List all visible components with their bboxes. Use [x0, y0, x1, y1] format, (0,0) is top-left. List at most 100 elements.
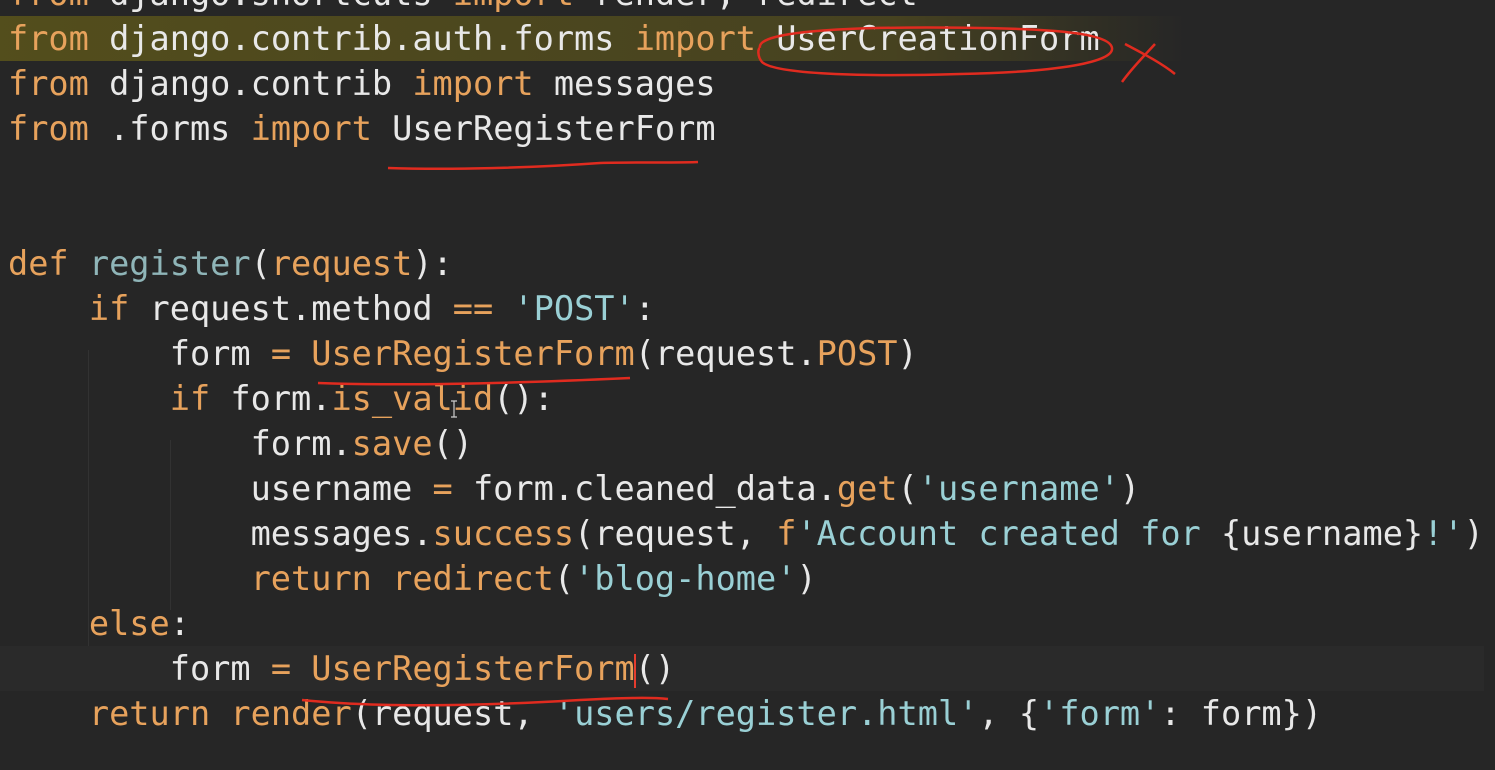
- code-token: render, redirect: [574, 0, 917, 13]
- code-token: : form}): [1160, 694, 1323, 733]
- code-token: import: [250, 109, 372, 148]
- code-line[interactable]: def register(request):: [0, 241, 1484, 286]
- code-token: from: [8, 19, 89, 58]
- code-token: 'form': [1039, 694, 1161, 733]
- code-token: =: [270, 334, 292, 373]
- code-token: UserRegisterForm: [311, 649, 635, 688]
- code-token: :: [169, 604, 190, 643]
- code-token: messages: [533, 64, 716, 103]
- code-token: from: [8, 64, 89, 103]
- code-token: ==: [452, 289, 494, 328]
- code-token: ): [897, 334, 918, 373]
- code-token: django.contrib: [88, 64, 413, 103]
- code-token: register: [88, 244, 251, 283]
- code-token: if: [169, 379, 211, 418]
- code-token: UserCreationForm: [756, 19, 1100, 58]
- code-token: f: [776, 514, 797, 553]
- code-token: from: [8, 0, 89, 13]
- code-line[interactable]: from .forms import UserRegisterForm: [0, 106, 1484, 151]
- code-token: request: [270, 244, 413, 283]
- code-line[interactable]: return redirect('blog-home'): [0, 556, 1484, 601]
- code-line[interactable]: [0, 151, 1484, 196]
- code-token: ():: [493, 379, 554, 418]
- code-token: 'username': [917, 469, 1120, 508]
- code-token: django.shortcuts: [89, 0, 453, 13]
- code-token: form: [8, 334, 271, 373]
- code-token: if: [88, 289, 130, 328]
- code-token: django.contrib.auth.forms: [88, 19, 635, 58]
- code-token: {username}: [1220, 514, 1424, 553]
- code-token: (: [250, 244, 271, 283]
- code-token: request.method: [129, 289, 453, 328]
- code-token: !': [1423, 514, 1464, 553]
- code-line[interactable]: form.save(): [0, 421, 1484, 466]
- code-token: POST: [816, 334, 898, 373]
- text-cursor-icon: [451, 400, 457, 418]
- code-token: success: [432, 514, 575, 553]
- code-token: is_valid: [331, 379, 494, 418]
- code-token: render: [230, 694, 352, 733]
- code-token: form.cleaned_data.: [452, 469, 837, 508]
- code-token: (: [897, 469, 918, 508]
- code-token: return: [88, 694, 211, 733]
- code-token: (request.: [634, 334, 817, 373]
- code-token: (request,: [351, 694, 554, 733]
- code-token: (: [553, 559, 575, 598]
- code-line[interactable]: form = UserRegisterForm(request.POST): [0, 331, 1484, 376]
- code-line[interactable]: form = UserRegisterForm(): [0, 646, 1484, 691]
- code-token: def: [8, 244, 69, 283]
- code-token: :: [634, 289, 655, 328]
- code-token: messages.: [8, 514, 433, 553]
- code-line[interactable]: from django.contrib import messages: [0, 61, 1484, 106]
- code-line[interactable]: else:: [0, 601, 1484, 646]
- code-token: (): [634, 649, 676, 688]
- code-token: 'blog-home': [574, 559, 797, 598]
- code-token: import: [634, 19, 756, 58]
- code-token: form.: [210, 379, 332, 418]
- code-line[interactable]: messages.success(request, f'Account crea…: [0, 511, 1484, 556]
- code-token: username: [8, 469, 433, 508]
- code-token: UserRegisterForm: [311, 334, 635, 373]
- code-line[interactable]: return render(request, 'users/register.h…: [0, 691, 1484, 736]
- code-line[interactable]: from django.contrib.auth.forms import Us…: [0, 16, 1484, 61]
- code-editor[interactable]: from django.shortcuts import render, red…: [0, 0, 1495, 770]
- code-token: get: [836, 469, 898, 508]
- code-token: , {: [978, 694, 1040, 733]
- code-token: =: [270, 649, 292, 688]
- code-line[interactable]: if form.is_valid():: [0, 376, 1484, 421]
- code-token: else: [88, 604, 170, 643]
- code-token: =: [432, 469, 453, 508]
- code-token: form.: [8, 424, 352, 463]
- code-token: return: [250, 559, 372, 598]
- code-token: 'Account created for: [796, 514, 1221, 553]
- code-token: ): [1463, 514, 1484, 553]
- code-token: (request,: [574, 514, 777, 553]
- code-token: form: [8, 649, 271, 688]
- code-token: (): [432, 424, 473, 463]
- code-token: import: [453, 0, 574, 13]
- code-content[interactable]: from django.shortcuts import render, red…: [0, 0, 1484, 736]
- code-line[interactable]: [0, 196, 1484, 241]
- code-token: ): [796, 559, 817, 598]
- code-token: ):: [412, 244, 453, 283]
- code-token: import: [412, 64, 534, 103]
- code-token: 'users/register.html': [553, 694, 979, 733]
- code-line[interactable]: username = form.cleaned_data.get('userna…: [0, 466, 1484, 511]
- code-token: UserRegisterForm: [371, 109, 716, 148]
- code-token: 'POST': [513, 289, 635, 328]
- code-token: .forms: [88, 109, 251, 148]
- code-token: ): [1119, 469, 1141, 508]
- code-line[interactable]: from django.shortcuts import render, red…: [0, 0, 1484, 16]
- code-token: from: [8, 109, 89, 148]
- code-line[interactable]: if request.method == 'POST':: [0, 286, 1484, 331]
